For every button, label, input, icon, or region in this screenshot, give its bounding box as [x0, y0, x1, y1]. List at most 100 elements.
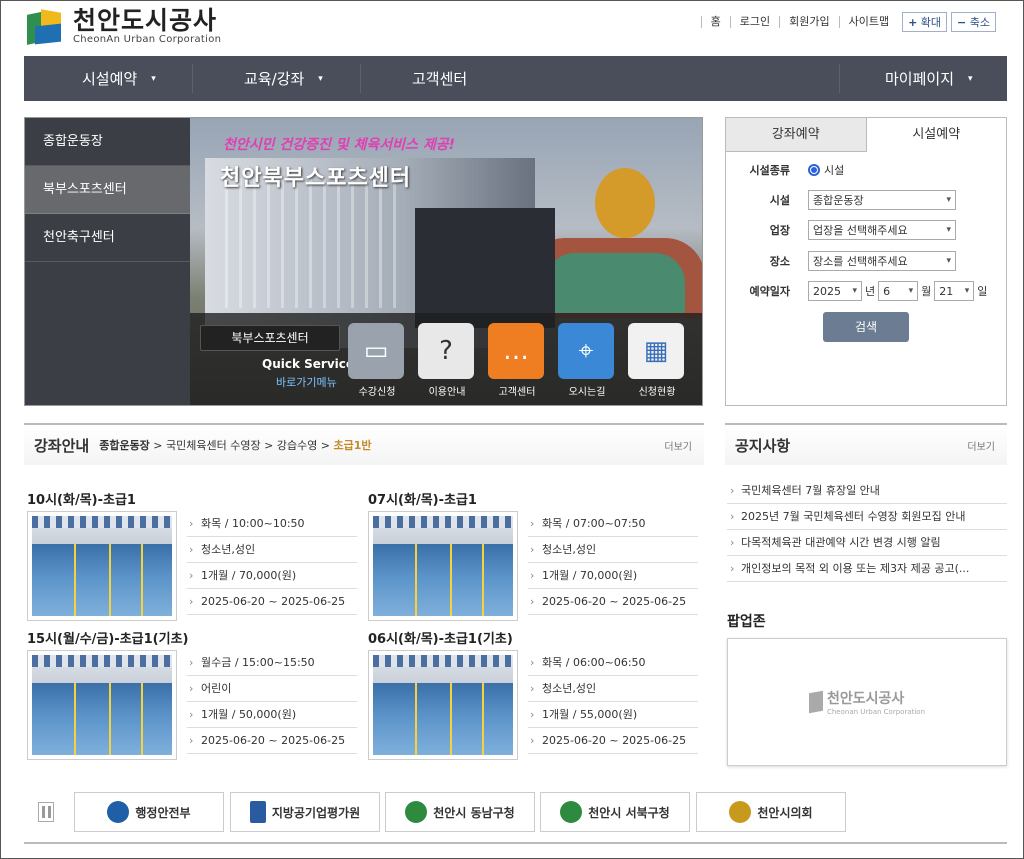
- banner-label: 지방공기업평가원: [271, 805, 361, 820]
- quick-item-label: 이용안내: [428, 387, 466, 398]
- quick-item-label: 고객센터: [498, 387, 536, 398]
- venue-label: 업장: [769, 224, 790, 237]
- hero-side-item-football-center[interactable]: 천안축구센터: [25, 214, 190, 262]
- breadcrumb-item[interactable]: 국민체육센터 수영장: [166, 439, 261, 452]
- banner-mois[interactable]: 행정안전부: [74, 792, 224, 832]
- apps-icon: ▦: [628, 323, 684, 379]
- notice-item[interactable]: 2025년 7월 국민체육센터 수영장 회원모집 안내: [727, 504, 1007, 530]
- chat-icon: …: [488, 323, 544, 379]
- nav-item-education[interactable]: 교육/강좌 ▾: [244, 68, 323, 89]
- quick-item-guide[interactable]: ? 이용안내: [418, 323, 476, 398]
- course-more-link[interactable]: 더보기: [664, 438, 692, 453]
- breadcrumb-item[interactable]: 강습수영: [277, 439, 317, 452]
- tab-course-reservation[interactable]: 강좌예약: [726, 118, 867, 152]
- course-title[interactable]: 07시(화/목)-초급1: [368, 489, 700, 509]
- notice-item[interactable]: 개인정보의 목적 외 이용 또는 제3자 제공 공고(...: [727, 556, 1007, 582]
- place-label: 장소: [769, 255, 790, 268]
- notice-section-header: 공지사항 더보기: [725, 423, 1007, 465]
- course-target: 청소년,성인: [528, 676, 698, 702]
- course-card[interactable]: 07시(화/목)-초급1 화목 / 07:00~07:50 청소년,성인 1개월…: [368, 489, 700, 621]
- place-select[interactable]: 장소를 선택해주세요 ▾: [808, 251, 956, 271]
- course-card[interactable]: 06시(화/목)-초급1(기초) 화목 / 06:00~06:50 청소년,성인…: [368, 628, 700, 760]
- search-button[interactable]: 검색: [823, 312, 909, 342]
- course-title[interactable]: 15시(월/수/금)-초급1(기초): [27, 628, 359, 648]
- course-period: 2025-06-20 ~ 2025-06-25: [528, 728, 698, 754]
- reservation-panel: 강좌예약 시설예약 시설종류 시설 시설 종합운동장 ▾ 업장 업장을 선택해주세…: [725, 117, 1007, 406]
- chevron-down-icon: ▾: [151, 73, 156, 84]
- chevron-down-icon: ▾: [946, 195, 951, 205]
- banner-label: 행정안전부: [135, 805, 191, 820]
- popup-zone-title: 팝업존: [727, 614, 766, 630]
- nav-item-facility-reservation[interactable]: 시설예약 ▾: [82, 68, 156, 89]
- quick-item-label: 신청현황: [638, 387, 676, 398]
- partner-banner-strip: 행정안전부 지방공기업평가원 천안시 동남구청 천안시 서북구청 천안시의회: [24, 790, 1007, 834]
- popup-logo-korean: 천안도시공사: [826, 691, 905, 707]
- nav-label: 시설예약: [82, 70, 138, 88]
- pause-icon[interactable]: [38, 802, 54, 822]
- course-title[interactable]: 10시(화/목)-초급1: [27, 489, 359, 509]
- banner-dongnam-gu[interactable]: 천안시 동남구청: [385, 792, 535, 832]
- course-card[interactable]: 10시(화/목)-초급1 화목 / 10:00~10:50 청소년,성인 1개월…: [27, 489, 359, 621]
- notice-list: 국민체육센터 7월 휴장일 안내 2025년 7월 국민체육센터 수영장 회원모…: [727, 478, 1007, 582]
- nav-item-mypage[interactable]: 마이페이지 ▾: [885, 68, 973, 89]
- banner-seobuk-gu[interactable]: 천안시 서북구청: [540, 792, 690, 832]
- notice-item[interactable]: 다목적체육관 대관예약 시간 변경 시행 알림: [727, 530, 1007, 556]
- course-fee: 1개월 / 55,000(원): [528, 702, 698, 728]
- site-logo[interactable]: 천안도시공사 CheonAn Urban Corporation: [25, 8, 221, 45]
- notice-section-title: 공지사항: [735, 436, 791, 455]
- nav-label: 마이페이지: [885, 70, 955, 88]
- course-time: 화목 / 07:00~07:50: [528, 511, 698, 537]
- year-select[interactable]: 2025 ▾: [808, 281, 862, 301]
- facility-type-radio[interactable]: [808, 164, 820, 176]
- breadcrumb-current[interactable]: 초급1반: [334, 439, 372, 452]
- sitemap-link[interactable]: 사이트맵: [838, 16, 898, 28]
- hero-side-item-stadium[interactable]: 종합운동장: [25, 118, 190, 166]
- zoom-in-button[interactable]: + 확대: [902, 12, 948, 32]
- course-thumbnail[interactable]: [27, 650, 177, 760]
- course-target: 어린이: [187, 676, 357, 702]
- breadcrumb-item[interactable]: 종합운동장: [99, 439, 150, 452]
- facility-type-value: 시설: [824, 164, 845, 177]
- popup-zone[interactable]: 천안도시공사 Cheonan Urban Corporation: [727, 638, 1007, 766]
- venue-select[interactable]: 업장을 선택해주세요 ▾: [808, 220, 956, 240]
- main-nav: 시설예약 ▾ 교육/강좌 ▾ 고객센터 마이페이지 ▾: [24, 56, 1007, 101]
- facility-select[interactable]: 종합운동장 ▾: [808, 190, 956, 210]
- quick-item-status[interactable]: ▦ 신청현황: [628, 323, 686, 398]
- tab-facility-reservation[interactable]: 시설예약: [866, 118, 1006, 152]
- hero-side-item-north-sports[interactable]: 북부스포츠센터: [25, 166, 190, 214]
- chevron-down-icon: ▾: [968, 73, 973, 84]
- quick-item-enroll[interactable]: ▭ 수강신청: [348, 323, 406, 398]
- notice-more-link[interactable]: 더보기: [967, 438, 995, 453]
- banner-label: 천안시의회: [757, 805, 813, 820]
- course-thumbnail[interactable]: [27, 511, 177, 621]
- course-card[interactable]: 15시(월/수/금)-초급1(기초) 월수금 / 15:00~15:50 어린이…: [27, 628, 359, 760]
- hero-title: 천안북부스포츠센터: [220, 166, 412, 191]
- course-thumbnail[interactable]: [368, 650, 518, 760]
- notice-item[interactable]: 국민체육센터 7월 휴장일 안내: [727, 478, 1007, 504]
- quick-item-label: 오시는길: [568, 387, 606, 398]
- venue-select-value: 업장을 선택해주세요: [813, 224, 908, 237]
- home-link[interactable]: 홈: [700, 16, 730, 28]
- quick-service-title: Quick Service: [262, 357, 355, 371]
- building-icon: [249, 801, 266, 823]
- signup-link[interactable]: 회원가입: [779, 16, 838, 28]
- quick-item-customer-center[interactable]: … 고객센터: [488, 323, 546, 398]
- quick-service-subtitle: 바로가기메뉴: [276, 376, 337, 389]
- banner-city-council[interactable]: 천안시의회: [696, 792, 846, 832]
- day-select[interactable]: 21 ▾: [934, 281, 975, 301]
- course-fee: 1개월 / 70,000(원): [187, 563, 357, 589]
- facility-select-value: 종합운동장: [813, 194, 864, 207]
- day-unit: 일: [977, 285, 988, 298]
- login-link[interactable]: 로그인: [729, 16, 779, 28]
- zoom-out-button[interactable]: − 축소: [951, 12, 996, 32]
- course-title[interactable]: 06시(화/목)-초급1(기초): [368, 628, 700, 648]
- month-select[interactable]: 6 ▾: [878, 281, 919, 301]
- banner-kpea[interactable]: 지방공기업평가원: [230, 792, 380, 832]
- course-thumbnail[interactable]: [368, 511, 518, 621]
- quick-item-directions[interactable]: ⌖ 오시는길: [558, 323, 616, 398]
- logo-mark-icon: [25, 8, 67, 45]
- plus-icon: +: [908, 16, 918, 29]
- quick-item-label: 수강신청: [358, 387, 396, 398]
- nav-item-customer-center[interactable]: 고객센터: [412, 68, 467, 89]
- chevron-down-icon: ▾: [852, 286, 857, 296]
